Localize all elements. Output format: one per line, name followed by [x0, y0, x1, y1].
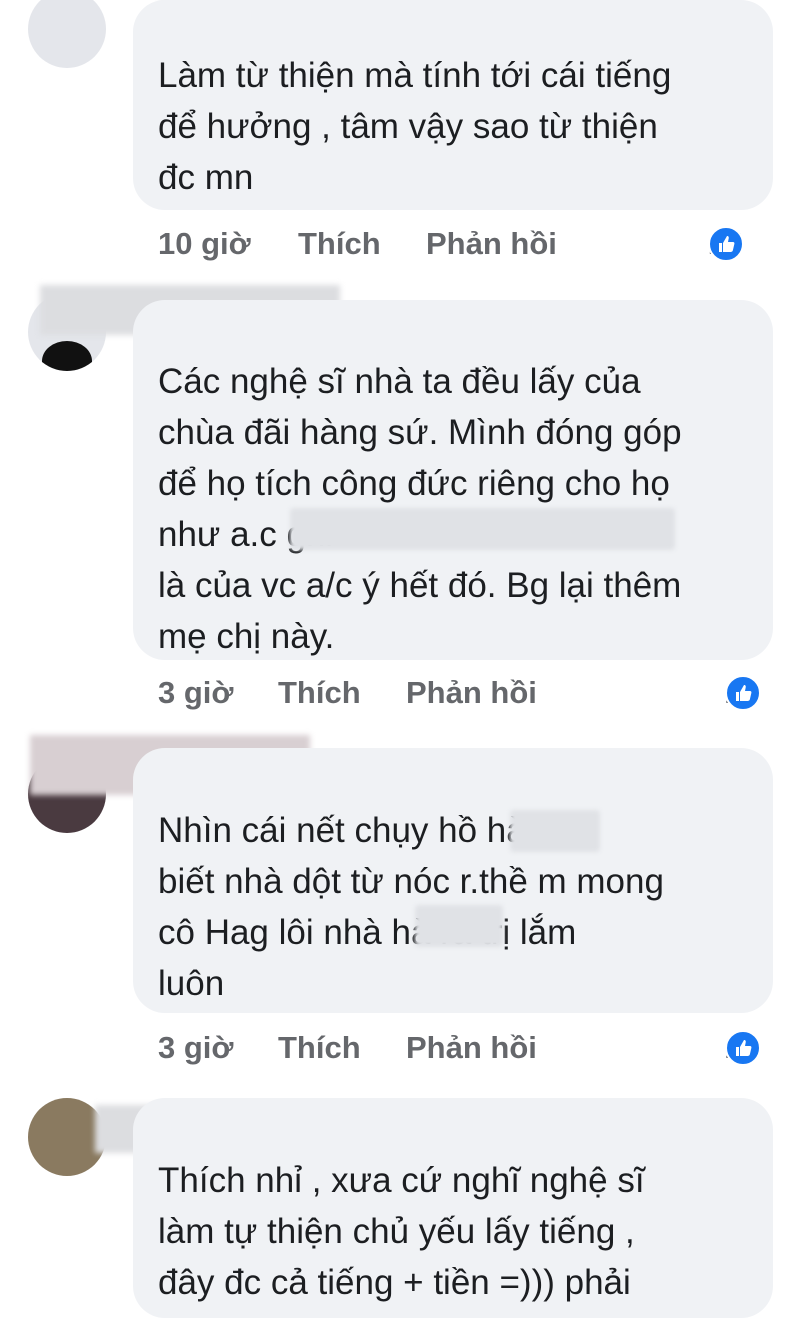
reply-button[interactable]: Phản hồi [406, 675, 537, 711]
timestamp[interactable]: 3 giờ [158, 675, 233, 711]
comment-actions: 10 giờ Thích Phản hồi 17 [158, 226, 770, 266]
timestamp[interactable]: 10 giờ [158, 226, 251, 262]
reaction-count[interactable]: 2 [724, 1030, 761, 1066]
reaction-count[interactable]: 17 [707, 226, 744, 262]
redacted-text [510, 810, 600, 852]
reply-button[interactable]: Phản hồi [406, 1030, 537, 1066]
redacted-text [415, 905, 503, 947]
reaction-count[interactable]: 2 [724, 675, 761, 711]
avatar[interactable] [28, 0, 106, 68]
comment-actions: 3 giờ Thích Phản hồi 2 [158, 675, 770, 715]
comment-text: Làm từ thiện mà tính tới cái tiếng để hư… [158, 56, 672, 197]
like-icon [724, 1030, 761, 1066]
redacted-text [290, 508, 675, 550]
timestamp[interactable]: 3 giờ [158, 1030, 233, 1066]
like-button[interactable]: Thích [278, 1030, 361, 1066]
reply-button[interactable]: Phản hồi [426, 226, 557, 262]
comment-text: Thích nhỉ , xưa cứ nghĩ nghệ sĩ làm tự t… [158, 1161, 645, 1302]
like-button[interactable]: Thích [298, 226, 381, 262]
like-icon [707, 226, 744, 262]
comment-actions: 3 giờ Thích Phản hồi 2 [158, 1030, 770, 1070]
like-button[interactable]: Thích [278, 675, 361, 711]
like-icon [724, 675, 761, 711]
